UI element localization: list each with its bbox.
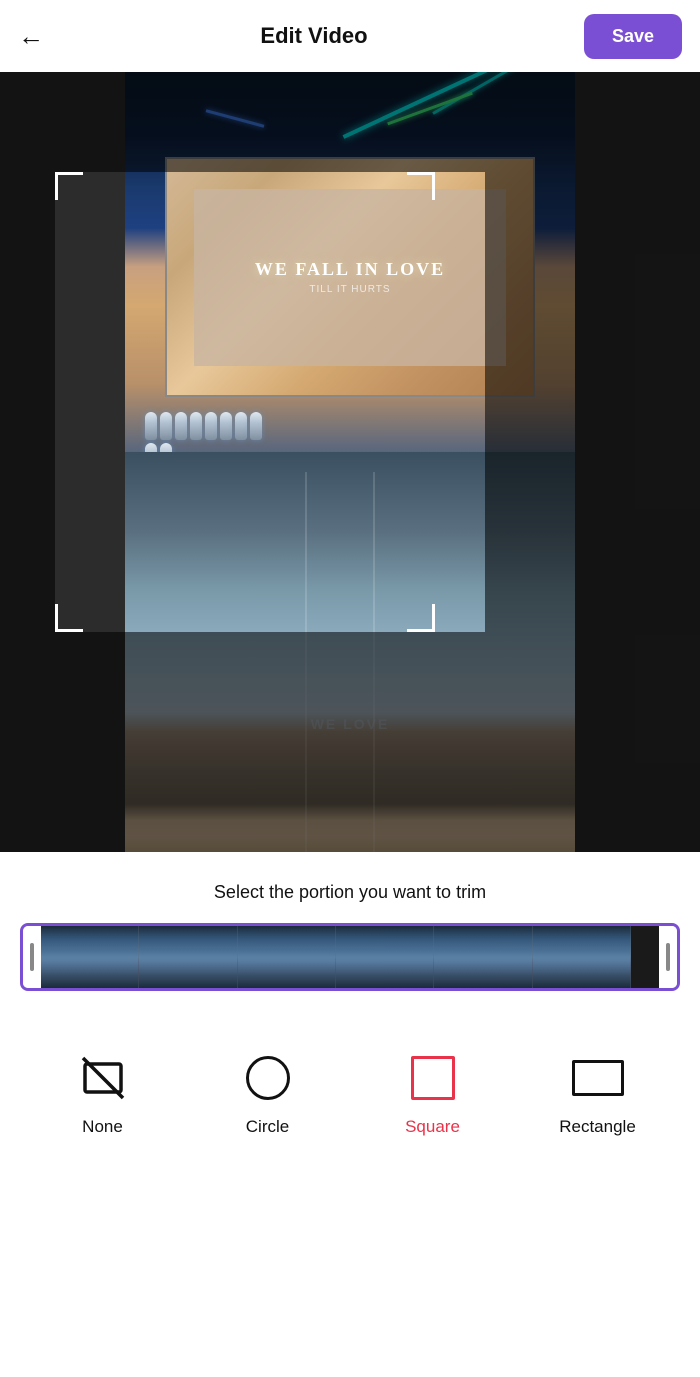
- timeline-frame-1: [41, 926, 139, 988]
- overlay-left: [0, 172, 55, 632]
- timeline-frame-2: [139, 926, 237, 988]
- pin: [220, 412, 232, 440]
- square-icon: [406, 1051, 460, 1105]
- pin: [175, 412, 187, 440]
- pin: [160, 412, 172, 440]
- none-icon: [76, 1051, 130, 1105]
- shape-item-rectangle[interactable]: Rectangle: [515, 1051, 680, 1137]
- trim-label: Select the portion you want to trim: [0, 882, 700, 903]
- crop-corner-tl: [55, 172, 83, 200]
- timeline-frame-3: [238, 926, 336, 988]
- screen-text-line1: WE FALL IN LOVE: [255, 259, 445, 280]
- rectangle-label: Rectangle: [559, 1117, 636, 1137]
- crop-corner-bl: [55, 604, 83, 632]
- timeline-handle-left[interactable]: [23, 926, 41, 988]
- screen-content: WE FALL IN LOVE TILL IT HURTS: [194, 189, 505, 366]
- none-label: None: [82, 1117, 123, 1137]
- circle-icon: [241, 1051, 295, 1105]
- pin: [250, 412, 262, 440]
- timeline-frame-6: [533, 926, 631, 988]
- back-button[interactable]: ←: [18, 23, 44, 49]
- page-title: Edit Video: [260, 23, 367, 49]
- overlay-bottom: [0, 632, 700, 852]
- shape-item-square[interactable]: Square: [350, 1051, 515, 1137]
- header: ← Edit Video Save: [0, 0, 700, 72]
- shape-item-circle[interactable]: Circle: [185, 1051, 350, 1137]
- overlay-top: [0, 72, 700, 172]
- circle-label: Circle: [246, 1117, 289, 1137]
- save-button[interactable]: Save: [584, 14, 682, 59]
- rectangle-icon: [571, 1051, 625, 1105]
- timeline-frames: [41, 926, 631, 988]
- circle-shape: [246, 1056, 290, 1100]
- pin: [235, 412, 247, 440]
- timeline-handle-right[interactable]: [659, 926, 677, 988]
- timeline-section: Select the portion you want to trim: [0, 852, 700, 1001]
- pin: [205, 412, 217, 440]
- video-area: WE FALL IN LOVE TILL IT HURTS WE LOVE: [0, 72, 700, 852]
- timeline-dark-end: [631, 926, 659, 988]
- square-label: Square: [405, 1117, 460, 1137]
- screen-text-line2: TILL IT HURTS: [309, 284, 390, 295]
- timeline-strip[interactable]: [20, 923, 680, 991]
- square-shape: [411, 1056, 455, 1100]
- pin: [145, 412, 157, 440]
- pin: [190, 412, 202, 440]
- none-svg: [81, 1056, 125, 1100]
- timeline-frame-4: [336, 926, 434, 988]
- handle-bar-left: [30, 943, 34, 971]
- handle-bar-right: [666, 943, 670, 971]
- overlay-right: [485, 172, 700, 632]
- projector-screen: WE FALL IN LOVE TILL IT HURTS: [165, 157, 535, 397]
- shape-selector: None Circle Square Rectangle: [0, 1021, 700, 1167]
- shape-item-none[interactable]: None: [20, 1051, 185, 1137]
- timeline-frame-5: [434, 926, 532, 988]
- rectangle-shape: [572, 1060, 624, 1096]
